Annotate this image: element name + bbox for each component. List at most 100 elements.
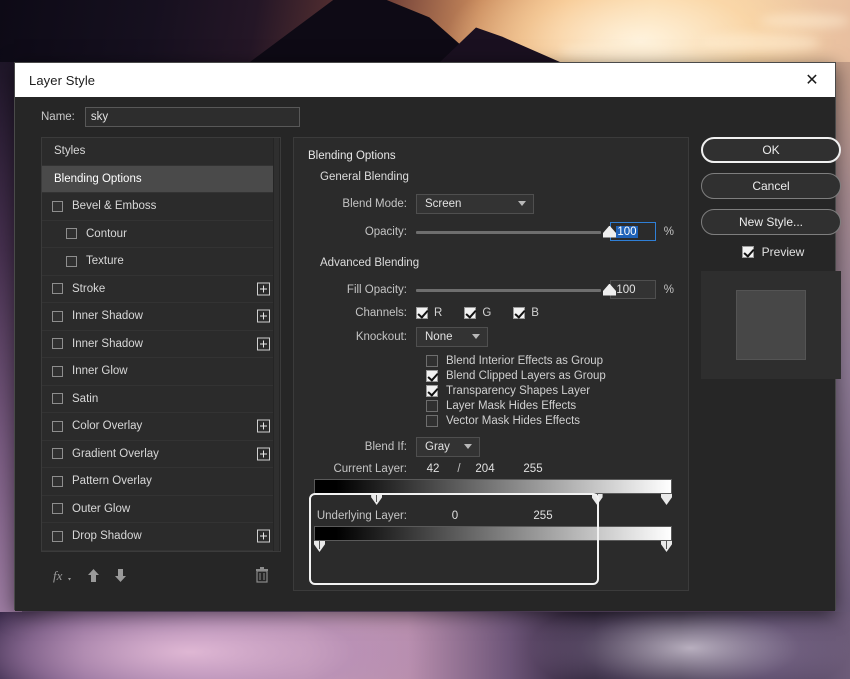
style-enable-checkbox[interactable]: [66, 256, 77, 267]
advanced-option-row[interactable]: Blend Interior Effects as Group: [426, 355, 674, 367]
style-enable-checkbox[interactable]: [52, 503, 63, 514]
style-list-item[interactable]: Outer Glow: [42, 496, 280, 524]
channels-group: RGB: [416, 307, 561, 319]
style-list-item[interactable]: Inner Shadow: [42, 303, 280, 331]
style-list-item[interactable]: Stroke: [42, 276, 280, 304]
add-effect-icon[interactable]: [257, 530, 270, 543]
mountain-silhouette-secondary: [440, 20, 560, 62]
style-enable-checkbox[interactable]: [52, 393, 63, 404]
channel-checkbox[interactable]: [416, 307, 428, 319]
advanced-option-label: Blend Clipped Layers as Group: [446, 370, 606, 382]
cloud-shape: [760, 14, 850, 28]
fill-opacity-slider[interactable]: [416, 283, 601, 297]
advanced-option-label: Layer Mask Hides Effects: [446, 400, 576, 412]
advanced-option-checkbox[interactable]: [426, 355, 438, 367]
style-enable-checkbox[interactable]: [52, 283, 63, 294]
close-icon[interactable]: ✕: [789, 63, 835, 97]
opacity-input[interactable]: 100: [610, 222, 655, 241]
style-enable-checkbox[interactable]: [52, 338, 63, 349]
style-enable-checkbox[interactable]: [52, 448, 63, 459]
style-enable-checkbox[interactable]: [52, 476, 63, 487]
style-enable-checkbox[interactable]: [52, 201, 63, 212]
opacity-unit: %: [664, 226, 674, 238]
add-effect-icon[interactable]: [257, 420, 270, 433]
underlying-layer-stops[interactable]: [314, 541, 672, 555]
cloud-shape: [700, 34, 820, 52]
advanced-option-row[interactable]: Transparency Shapes Layer: [426, 385, 674, 397]
svg-text:fx: fx: [53, 568, 63, 583]
fx-icon[interactable]: fx: [53, 568, 73, 583]
knockout-value: None: [425, 331, 453, 343]
style-enable-checkbox[interactable]: [52, 421, 63, 432]
new-style-button[interactable]: New Style...: [701, 209, 841, 235]
arrow-down-icon[interactable]: [114, 568, 127, 583]
dialog-body: Name: StylesBlending OptionsBevel & Embo…: [15, 97, 835, 611]
cancel-button[interactable]: Cancel: [701, 173, 841, 199]
style-list-item[interactable]: Gradient Overlay: [42, 441, 280, 469]
knockout-select[interactable]: None: [416, 327, 488, 347]
blend-if-slider-stop[interactable]: [592, 494, 603, 505]
style-enable-checkbox[interactable]: [66, 228, 77, 239]
advanced-option-row[interactable]: Vector Mask Hides Effects: [426, 415, 674, 427]
blend-mode-select[interactable]: Screen: [416, 194, 534, 214]
styles-scrollbar[interactable]: [273, 138, 280, 551]
arrow-up-icon[interactable]: [87, 568, 100, 583]
channels-label: Channels:: [308, 307, 416, 319]
style-list-item[interactable]: Color Overlay: [42, 413, 280, 441]
advanced-option-checkbox[interactable]: [426, 415, 438, 427]
style-list-item[interactable]: Styles: [42, 138, 280, 166]
style-list-item[interactable]: Drop Shadow: [42, 523, 280, 551]
channel-checkbox[interactable]: [464, 307, 476, 319]
style-list-item[interactable]: Bevel & Emboss: [42, 193, 280, 221]
opacity-label: Opacity:: [308, 226, 416, 238]
advanced-option-row[interactable]: Layer Mask Hides Effects: [426, 400, 674, 412]
advanced-option-row[interactable]: Blend Clipped Layers as Group: [426, 370, 674, 382]
blend-if-slider-stop[interactable]: [661, 541, 672, 552]
ok-button[interactable]: OK: [701, 137, 841, 163]
add-effect-icon[interactable]: [257, 447, 270, 460]
style-item-label: Inner Glow: [72, 365, 128, 377]
style-list-item[interactable]: Pattern Overlay: [42, 468, 280, 496]
styles-scrollbar-thumb[interactable]: [274, 138, 279, 551]
blend-if-channel-select[interactable]: Gray: [416, 437, 480, 457]
style-enable-checkbox[interactable]: [52, 366, 63, 377]
fill-opacity-input[interactable]: 100: [610, 280, 655, 299]
advanced-option-label: Transparency Shapes Layer: [446, 385, 590, 397]
add-effect-icon[interactable]: [257, 282, 270, 295]
add-effect-icon[interactable]: [257, 337, 270, 350]
current-layer-stops[interactable]: [314, 494, 672, 508]
knockout-label: Knockout:: [308, 331, 416, 343]
channel-toggle[interactable]: B: [513, 307, 539, 319]
advanced-option-checkbox[interactable]: [426, 385, 438, 397]
advanced-blending-heading: Advanced Blending: [320, 257, 674, 269]
channel-toggle[interactable]: G: [464, 307, 491, 319]
preview-row[interactable]: Preview: [701, 245, 845, 259]
style-list-item[interactable]: Blending Options: [42, 166, 280, 194]
add-effect-icon[interactable]: [257, 310, 270, 323]
channel-toggle[interactable]: R: [416, 307, 442, 319]
channel-checkbox[interactable]: [513, 307, 525, 319]
style-list-item[interactable]: Satin: [42, 386, 280, 414]
underlying-layer-ramp-wrap: [314, 526, 672, 555]
style-list-item[interactable]: Inner Glow: [42, 358, 280, 386]
blend-if-slider-stop[interactable]: [314, 541, 325, 552]
channel-label: B: [531, 307, 539, 319]
blend-if-label: Blend If:: [308, 441, 416, 453]
opacity-slider[interactable]: [416, 225, 601, 239]
styles-list-panel: StylesBlending OptionsBevel & EmbossCont…: [41, 137, 281, 552]
channels-row: Channels: R G B: [308, 307, 674, 319]
preview-checkbox[interactable]: [742, 246, 754, 258]
layer-name-input[interactable]: [85, 107, 300, 127]
style-item-label: Inner Shadow: [72, 310, 143, 322]
advanced-option-checkbox[interactable]: [426, 370, 438, 382]
trash-icon[interactable]: [255, 567, 269, 583]
blend-if-slider-stop[interactable]: [661, 494, 672, 505]
blend-if-slider-stop[interactable]: [371, 494, 382, 505]
style-enable-checkbox[interactable]: [52, 311, 63, 322]
style-enable-checkbox[interactable]: [52, 531, 63, 542]
style-list-item[interactable]: Inner Shadow: [42, 331, 280, 359]
style-list-item[interactable]: Texture: [42, 248, 280, 276]
preview-label: Preview: [762, 245, 805, 259]
advanced-option-checkbox[interactable]: [426, 400, 438, 412]
style-list-item[interactable]: Contour: [42, 221, 280, 249]
